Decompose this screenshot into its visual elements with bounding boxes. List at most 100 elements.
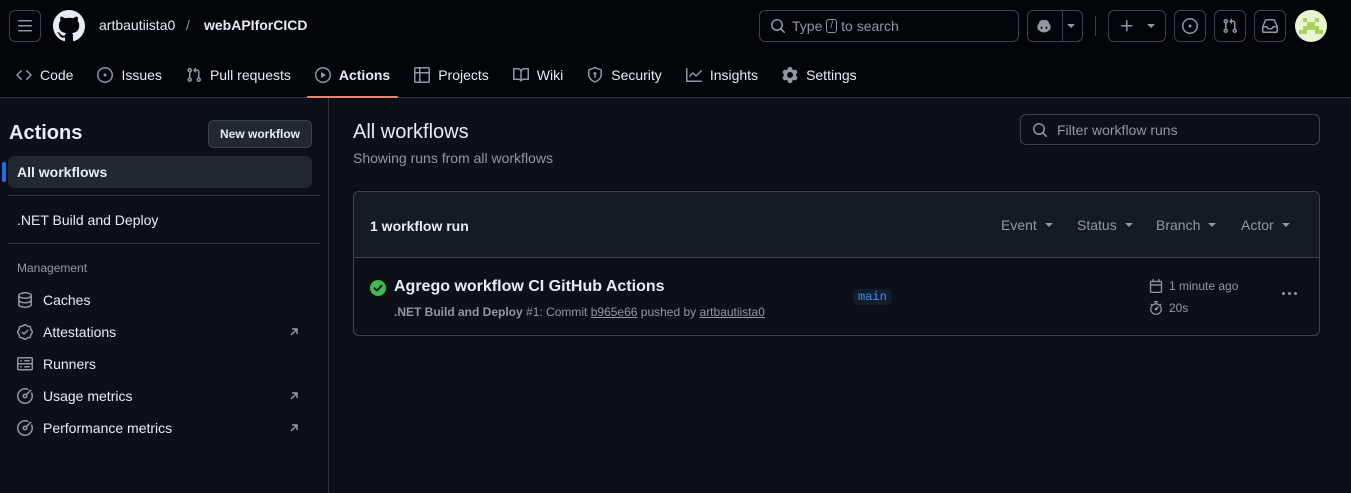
repo-tabs: Code Issues Pull requests Actions Projec… [8,52,873,98]
server-icon [17,357,33,371]
run-workflow-name: .NET Build and Deploy [394,305,523,319]
sidebar-item-caches[interactable]: Caches [8,284,312,316]
issues-button[interactable] [1174,10,1206,42]
pull-request-icon [1223,18,1238,34]
sidebar-item-usage-metrics[interactable]: Usage metrics [8,380,312,412]
inbox-button[interactable] [1254,10,1286,42]
sidebar-divider [8,195,320,196]
kebab-menu-icon[interactable] [1282,292,1297,295]
sidebar-title: Actions [9,122,83,144]
tab-code[interactable]: Code [8,59,81,91]
sidebar-item-workflow-label: .NET Build and Deploy [17,212,159,228]
sidebar-item-all-workflows-label: All workflows [17,164,108,180]
run-time-ago: 1 minute ago [1169,279,1239,293]
run-meta-commit: : Commit [539,305,588,319]
code-icon [16,69,32,81]
check-circle-icon [370,280,386,296]
new-workflow-button[interactable]: New workflow [208,120,312,148]
create-new-button[interactable] [1108,10,1166,42]
pull-requests-button[interactable] [1214,10,1246,42]
calendar-icon [1149,279,1163,293]
tab-issues[interactable]: Issues [89,59,169,91]
sidebar-item-attestations[interactable]: Attestations [8,316,312,348]
tab-actions[interactable]: Actions [306,59,399,98]
header-divider [1095,16,1096,36]
run-number: #1 [526,305,540,319]
issue-icon [97,67,114,83]
arrow-up-right-icon [290,392,298,400]
tab-security-label: Security [611,67,662,83]
sidebar-item-performance-metrics[interactable]: Performance metrics [8,412,312,444]
user-avatar[interactable] [1295,10,1327,42]
filter-branch[interactable]: Branch [1156,217,1217,233]
filter-actor-label: Actor [1241,217,1274,233]
page-subtitle: Showing runs from all workflows [353,150,553,166]
run-time: 1 minute ago [1149,279,1238,293]
graph-icon [685,68,702,82]
chevron-down-icon [1281,223,1290,227]
tab-pull-requests[interactable]: Pull requests [178,59,299,91]
search-icon [771,19,786,34]
search-icon [1033,122,1048,137]
filter-actor[interactable]: Actor [1241,217,1290,233]
sidebar-item-performance-metrics-label: Performance metrics [43,420,173,436]
workflow-runs-box: 1 workflow run Event Status Branch Actor… [353,191,1320,336]
breadcrumb-repo[interactable]: webAPIforCICD [204,17,307,33]
sidebar-item-all-workflows[interactable]: All workflows [2,156,312,188]
arrow-up-right-icon [290,328,298,336]
chevron-down-icon [1124,223,1133,227]
sidebar-item-runners[interactable]: Runners [8,348,312,380]
menu-button[interactable] [9,10,41,42]
tab-issues-label: Issues [121,67,162,83]
actor-link[interactable]: artbautiista0 [700,305,765,319]
stopwatch-icon [1150,301,1162,315]
filter-placeholder: Filter workflow runs [1057,121,1178,138]
filter-branch-label: Branch [1156,217,1201,233]
copilot-icon [1037,20,1051,33]
run-meta: .NET Build and Deploy #1: Commit b965e66… [394,305,765,319]
workflow-runs-header: 1 workflow run Event Status Branch Actor [354,192,1319,258]
run-duration: 20s [1149,301,1188,315]
global-search[interactable]: Type / to search [759,10,1019,42]
tab-insights-label: Insights [709,67,759,83]
filter-event-label: Event [1001,217,1037,233]
tab-wiki[interactable]: Wiki [505,59,571,91]
tab-wiki-label: Wiki [536,67,564,83]
gear-icon [782,67,798,83]
run-title-link[interactable]: Agrego workflow CI GitHub Actions [394,278,665,296]
meter-icon [17,388,33,404]
filter-event[interactable]: Event [1001,217,1053,233]
meter-icon [17,420,33,436]
filter-status[interactable]: Status [1077,217,1133,233]
tab-pull-requests-label: Pull requests [209,67,291,83]
arrow-up-right-icon [290,424,298,432]
tab-insights[interactable]: Insights [678,59,766,91]
actions-sidebar: Actions New workflow All workflows .NET … [0,98,329,493]
tab-code-label: Code [40,67,74,83]
chevron-down-icon [1044,223,1053,227]
selected-indicator [2,162,6,182]
breadcrumb-owner[interactable]: artbautiista0 [99,17,175,33]
issue-icon [1182,18,1198,34]
play-icon [314,67,331,83]
sidebar-divider [8,243,320,244]
pull-request-icon [187,67,201,83]
tab-settings-label: Settings [806,67,857,83]
github-logo-icon[interactable] [53,10,85,42]
sidebar-item-attestations-label: Attestations [43,324,117,340]
tab-settings[interactable]: Settings [774,59,865,91]
chevron-down-icon [1208,223,1217,227]
search-text-after: to search [841,18,899,34]
tab-projects[interactable]: Projects [406,59,497,91]
tab-projects-label: Projects [438,67,489,83]
search-shortcut-key: / [826,19,838,33]
verified-icon [17,324,33,340]
run-duration-value: 20s [1169,301,1189,315]
tab-actions-label: Actions [338,67,391,83]
sidebar-item-workflow[interactable]: .NET Build and Deploy [8,204,312,236]
copilot-dropdown-caret[interactable] [1067,24,1075,28]
tab-security[interactable]: Security [579,59,670,91]
commit-link[interactable]: b965e66 [591,305,638,319]
filter-workflow-runs-input[interactable]: Filter workflow runs [1020,114,1320,145]
branch-badge[interactable]: main [853,289,892,305]
